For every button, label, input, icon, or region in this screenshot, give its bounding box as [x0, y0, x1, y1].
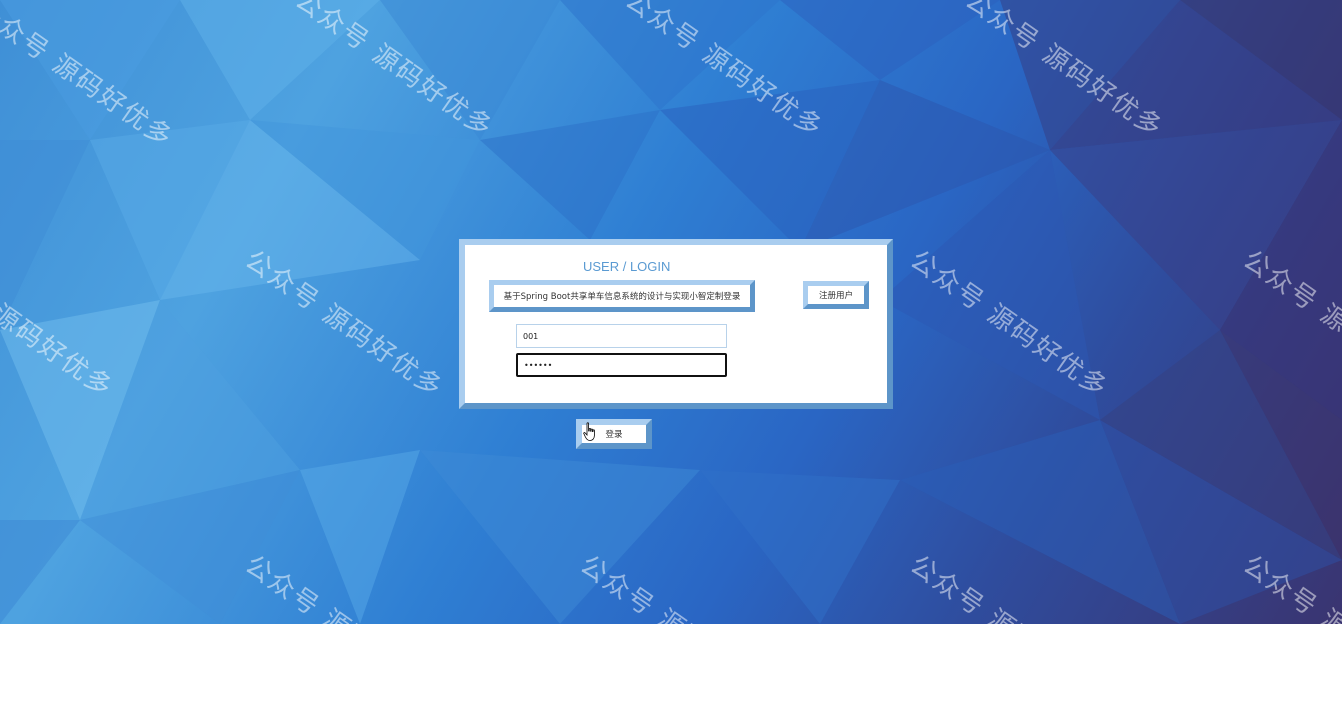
system-title: 基于Spring Boot共享单车信息系统的设计与实现小智定制登录	[489, 280, 755, 312]
login-title: USER / LOGIN	[583, 259, 671, 274]
hand-pointer-icon	[583, 422, 595, 441]
register-button[interactable]: 注册用户	[803, 281, 869, 309]
password-field[interactable]	[516, 353, 727, 377]
login-panel: USER / LOGIN 基于Spring Boot共享单车信息系统的设计与实现…	[459, 239, 893, 409]
username-field[interactable]	[516, 324, 727, 348]
